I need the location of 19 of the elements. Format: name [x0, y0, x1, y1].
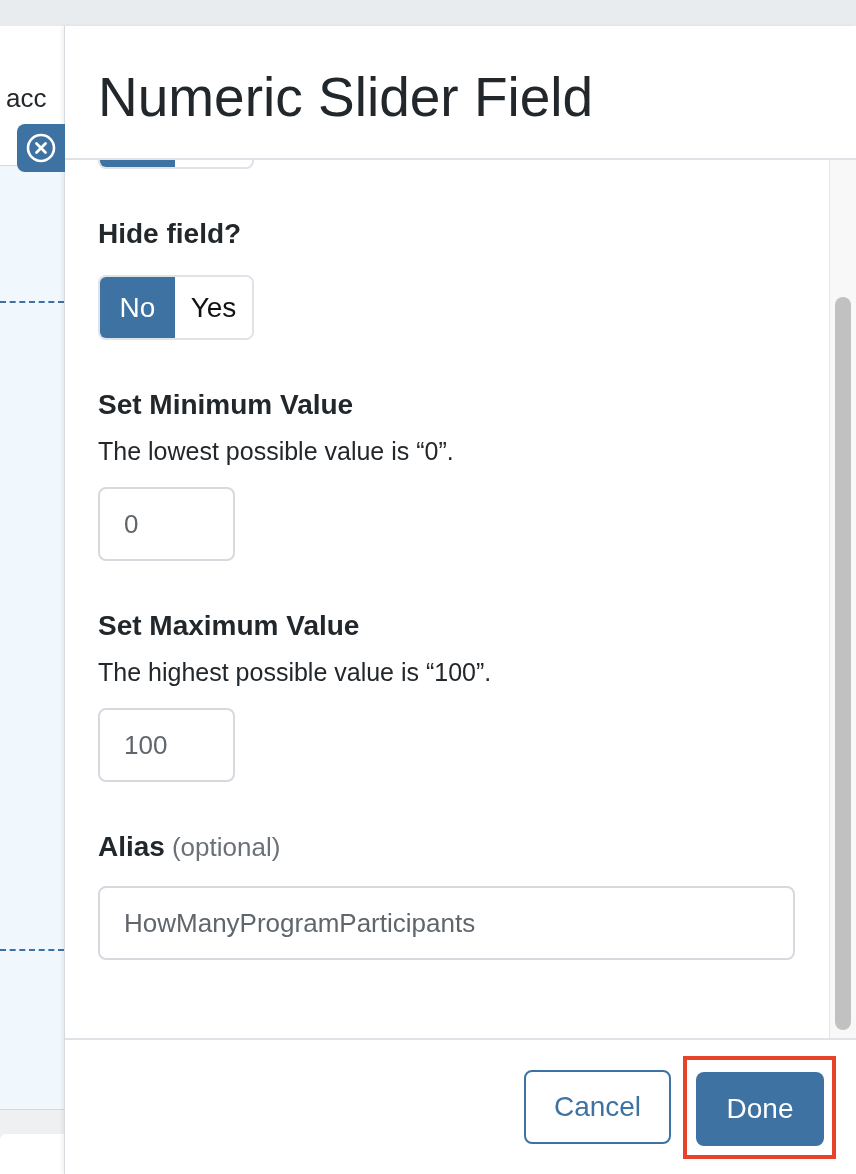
footer-button[interactable]: Done — [696, 1071, 824, 1146]
footer-button[interactable]: Cancel — [524, 1070, 671, 1144]
toggle-option[interactable] — [100, 160, 175, 167]
field-description: The highest possible value is “100”. — [98, 657, 493, 688]
close-icon — [26, 133, 56, 163]
toggle-option[interactable]: No — [100, 277, 175, 338]
field-label: Hide field? — [98, 217, 242, 251]
optional-note: (optional) — [171, 831, 281, 864]
field-label: Set Minimum Value — [98, 388, 354, 422]
number-input[interactable]: 0 — [98, 487, 235, 561]
field-description: The lowest possible value is “0”. — [98, 436, 455, 467]
text-input[interactable]: HowManyProgramParticipants — [98, 886, 795, 960]
panel-title: Numeric Slider Field — [98, 65, 594, 129]
scrollbar-thumb[interactable] — [835, 297, 851, 1030]
number-input[interactable]: 100 — [98, 708, 235, 782]
field-label: Set Maximum Value — [98, 609, 360, 643]
heading-text: acc — [6, 83, 47, 113]
field-label: Alias — [98, 830, 165, 864]
close-button[interactable] — [17, 124, 65, 172]
